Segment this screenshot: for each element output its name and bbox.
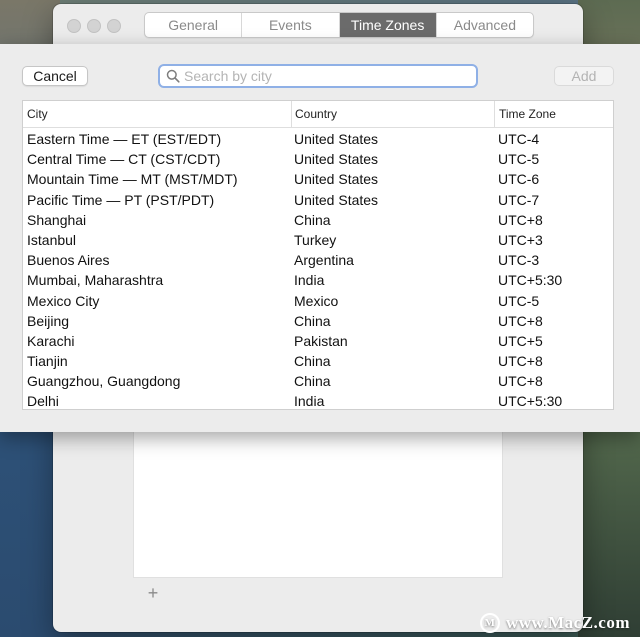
cell-time-zone: UTC-3 <box>498 252 540 269</box>
cell-city: Delhi <box>27 393 59 410</box>
cell-country: United States <box>294 171 379 188</box>
search-input[interactable] <box>184 66 469 86</box>
table-row[interactable]: Mountain Time — MT (MST/MDT) United State… <box>23 169 613 189</box>
tab-time-zones[interactable]: Time Zones <box>339 13 437 37</box>
cell-time-zone: UTC-5 <box>498 151 540 168</box>
cell-city: Tianjin <box>27 353 68 370</box>
table-row[interactable]: Shanghai China UTC+8 <box>23 210 613 230</box>
watermark-text: www.MacZ.com <box>505 613 630 632</box>
add-button[interactable]: Add <box>554 66 614 86</box>
cell-country: India <box>294 272 325 289</box>
table-row[interactable]: Karachi Pakistan UTC+5 <box>23 331 613 351</box>
cell-country: Pakistan <box>294 332 348 349</box>
cell-country: United States <box>294 151 379 168</box>
table-row[interactable]: Mumbai, Maharashtra India UTC+5:30 <box>23 270 613 290</box>
add-time-zone-button[interactable]: + <box>145 583 161 603</box>
cell-time-zone: UTC+8 <box>498 312 543 329</box>
tab-advanced[interactable]: Advanced <box>437 13 533 37</box>
table-header: City Country Time Zone <box>23 101 613 128</box>
cell-time-zone: UTC+8 <box>498 373 543 390</box>
table-body: Eastern Time — ET (EST/EDT) United States… <box>23 128 613 410</box>
cell-time-zone: UTC-7 <box>498 191 540 208</box>
cell-time-zone: UTC+3 <box>498 231 543 248</box>
cell-country: China <box>294 373 331 390</box>
cell-city: Eastern Time — ET (EST/EDT) <box>27 131 222 147</box>
cell-country: China <box>294 312 331 329</box>
table-row[interactable]: Eastern Time — ET (EST/EDT) United States… <box>23 129 613 149</box>
search-icon <box>166 69 180 83</box>
watermark-logo-icon: M <box>479 613 500 633</box>
cell-time-zone: UTC-4 <box>498 131 540 147</box>
close-window-button[interactable] <box>67 19 81 33</box>
add-time-zone-sheet: Cancel Add City Country Time Zone Easter… <box>0 44 640 432</box>
cell-country: China <box>294 211 331 228</box>
table-row[interactable]: Istanbul Turkey UTC+3 <box>23 230 613 250</box>
cell-city: Mountain Time — MT (MST/MDT) <box>27 171 238 188</box>
table-row[interactable]: Central Time — CT (CST/CDT) United States… <box>23 149 613 169</box>
cell-time-zone: UTC+8 <box>498 353 543 370</box>
cell-city: Istanbul <box>27 231 77 248</box>
table-row[interactable]: Delhi India UTC+5:30 <box>23 391 613 410</box>
column-header-country[interactable]: Country <box>291 101 494 127</box>
cell-city: Karachi <box>27 332 75 349</box>
cell-time-zone: UTC-5 <box>498 292 540 309</box>
search-field[interactable] <box>158 64 478 88</box>
table-row[interactable]: Beijing China UTC+8 <box>23 311 613 331</box>
cell-time-zone: UTC-6 <box>498 171 540 188</box>
minimize-window-button[interactable] <box>87 19 101 33</box>
cell-city: Mexico City <box>27 292 100 309</box>
watermark: M www.MacZ.com <box>479 613 630 633</box>
cell-country: Mexico <box>294 292 339 309</box>
column-header-time-zone[interactable]: Time Zone <box>494 101 613 127</box>
cell-country: China <box>294 353 331 370</box>
cell-country: United States <box>294 191 379 208</box>
tab-general[interactable]: General <box>145 13 243 37</box>
cell-time-zone: UTC+5:30 <box>498 393 563 410</box>
cell-country: Turkey <box>294 231 337 248</box>
cell-city: Beijing <box>27 312 70 329</box>
cell-country: Argentina <box>294 252 354 269</box>
time-zone-table: City Country Time Zone Eastern Time — ET… <box>22 100 614 410</box>
cell-city: Guangzhou, Guangdong <box>27 373 181 390</box>
table-row[interactable]: Buenos Aires Argentina UTC-3 <box>23 250 613 270</box>
cell-time-zone: UTC+5 <box>498 332 543 349</box>
cell-city: Pacific Time — PT (PST/PDT) <box>27 191 215 208</box>
column-header-city[interactable]: City <box>23 101 291 127</box>
cell-country: United States <box>294 131 379 147</box>
time-zone-list-area <box>133 430 503 578</box>
table-row[interactable]: Pacific Time — PT (PST/PDT) United States… <box>23 190 613 210</box>
zoom-window-button[interactable] <box>107 19 121 33</box>
cell-country: India <box>294 393 325 410</box>
table-row[interactable]: Mexico City Mexico UTC-5 <box>23 291 613 311</box>
table-row[interactable]: Tianjin China UTC+8 <box>23 351 613 371</box>
cell-city: Buenos Aires <box>27 252 110 269</box>
cancel-button[interactable]: Cancel <box>22 66 88 86</box>
cell-city: Shanghai <box>27 211 87 228</box>
cell-city: Mumbai, Maharashtra <box>27 272 164 289</box>
tab-events[interactable]: Events <box>242 13 340 37</box>
cell-time-zone: UTC+8 <box>498 211 543 228</box>
preferences-tab-bar: General Events Time Zones Advanced <box>144 12 534 38</box>
cell-time-zone: UTC+5:30 <box>498 272 563 289</box>
cell-city: Central Time — CT (CST/CDT) <box>27 151 221 168</box>
table-row[interactable]: Guangzhou, Guangdong China UTC+8 <box>23 371 613 391</box>
